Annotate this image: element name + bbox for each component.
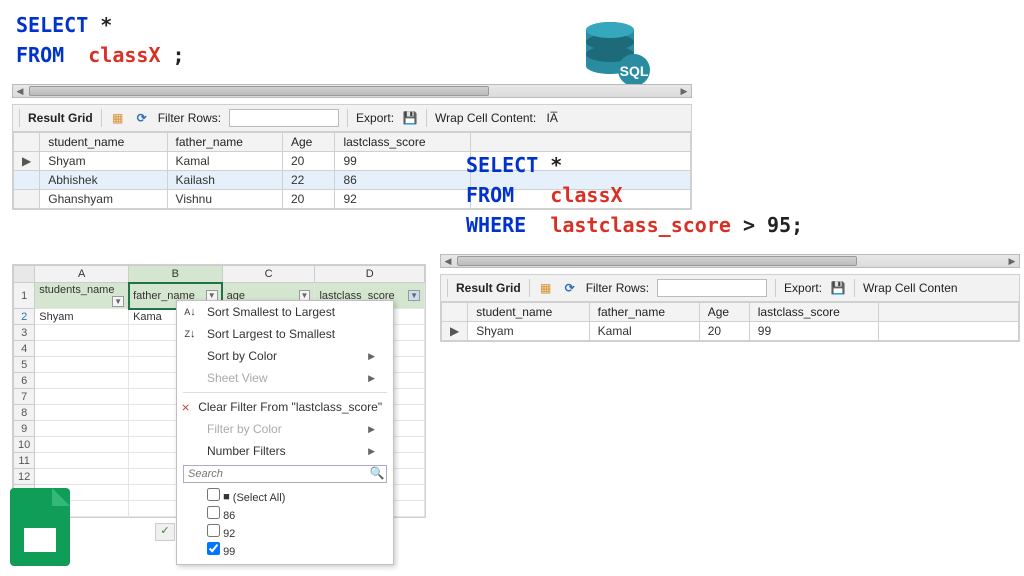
sort-color-item[interactable]: Sort by Color▶ [177, 345, 393, 367]
export-icon[interactable]: 💾 [402, 110, 418, 126]
wrap-label: Wrap Cell Content: [435, 111, 536, 125]
col-c[interactable]: C [222, 266, 315, 283]
filter-option[interactable]: 99 [207, 542, 387, 560]
sql-query-2: SELECT * FROM classX WHERE lastclass_sco… [466, 150, 803, 240]
filter-dropdown-icon[interactable]: ▼ [112, 296, 124, 307]
excel-header-cell: students_name▼ [35, 283, 129, 309]
filter-option-all[interactable]: ■ (Select All) [207, 488, 387, 506]
filter-search[interactable]: 🔍 [183, 465, 387, 483]
result-toolbar: Result Grid ▦ ⟳ Filter Rows: Export: 💾 W… [441, 275, 1019, 302]
filter-search-input[interactable] [184, 466, 368, 482]
col-age[interactable]: Age [283, 133, 335, 152]
filter-option[interactable]: 92 [207, 524, 387, 542]
sort-asc-icon: A↓ [181, 306, 199, 318]
table-header-row: student_name father_name Age lastclass_s… [14, 133, 691, 152]
wrap-icon[interactable]: IA̅ [544, 110, 560, 126]
sheet-view-item: Sheet View▶ [177, 367, 393, 389]
filter-color-item: Filter by Color▶ [177, 418, 393, 440]
col-father-name[interactable]: father_name [167, 133, 282, 152]
scroll-right-icon[interactable]: ▶ [1005, 255, 1019, 267]
sql-database-icon: SQL [580, 20, 652, 86]
col-d[interactable]: D [315, 266, 425, 283]
scroll-left-icon[interactable]: ◀ [441, 255, 455, 267]
filter-option[interactable]: 86 [207, 506, 387, 524]
grid-icon[interactable]: ▦ [110, 110, 126, 126]
col-student-name[interactable]: student_name [40, 133, 167, 152]
clear-filter-icon: ⨯ [181, 401, 190, 414]
result-panel-2: Result Grid ▦ ⟳ Filter Rows: Export: 💾 W… [440, 274, 1020, 342]
scroll-right-icon[interactable]: ▶ [677, 85, 691, 97]
col-lastclass-score[interactable]: lastclass_score [335, 133, 471, 152]
filter-dropdown-active-icon[interactable]: ▼ [408, 290, 420, 301]
result-grid-label: Result Grid [28, 111, 93, 125]
filter-menu: A↓Sort Smallest to Largest Z↓Sort Larges… [176, 300, 394, 565]
ok-button[interactable]: ✓ [155, 523, 175, 541]
sort-desc-item[interactable]: Z↓Sort Largest to Smallest [177, 323, 393, 345]
number-filters-item[interactable]: Number Filters▶ [177, 440, 393, 462]
chevron-right-icon: ▶ [368, 351, 375, 362]
result-toolbar: Result Grid ▦ ⟳ Filter Rows: Export: 💾 W… [13, 105, 691, 132]
col-a[interactable]: A [35, 266, 129, 283]
row-marker: ▶ [14, 152, 40, 171]
scroll-thumb[interactable] [29, 86, 489, 96]
filter-rows-label: Filter Rows: [158, 111, 221, 125]
scrollbar-horizontal[interactable]: ◀ ▶ [440, 254, 1020, 268]
scroll-left-icon[interactable]: ◀ [13, 85, 27, 97]
google-sheets-icon [10, 488, 70, 566]
refresh-icon[interactable]: ⟳ [562, 280, 578, 296]
filter-rows-input[interactable] [229, 109, 339, 127]
clear-filter-item[interactable]: ⨯Clear Filter From "lastclass_score" [177, 396, 393, 418]
result-table-2: student_name father_name Age lastclass_s… [441, 302, 1019, 341]
sort-desc-icon: Z↓ [181, 328, 199, 340]
svg-text:SQL: SQL [620, 63, 649, 79]
sort-asc-item[interactable]: A↓Sort Smallest to Largest [177, 301, 393, 323]
filter-checklist: ■ (Select All) 86 92 99 [177, 486, 393, 564]
export-label: Export: [356, 111, 394, 125]
filter-rows-input[interactable] [657, 279, 767, 297]
col-b[interactable]: B [129, 266, 223, 283]
refresh-icon[interactable]: ⟳ [134, 110, 150, 126]
scrollbar-horizontal[interactable]: ◀ ▶ [12, 84, 692, 98]
table-row: ▶ Shyam Kamal 20 99 [442, 322, 1019, 341]
scroll-thumb[interactable] [457, 256, 857, 266]
sql-query-1: SELECT * FROM classX ; [16, 10, 185, 70]
export-icon[interactable]: 💾 [830, 280, 846, 296]
search-icon[interactable]: 🔍 [368, 466, 386, 482]
grid-icon[interactable]: ▦ [538, 280, 554, 296]
